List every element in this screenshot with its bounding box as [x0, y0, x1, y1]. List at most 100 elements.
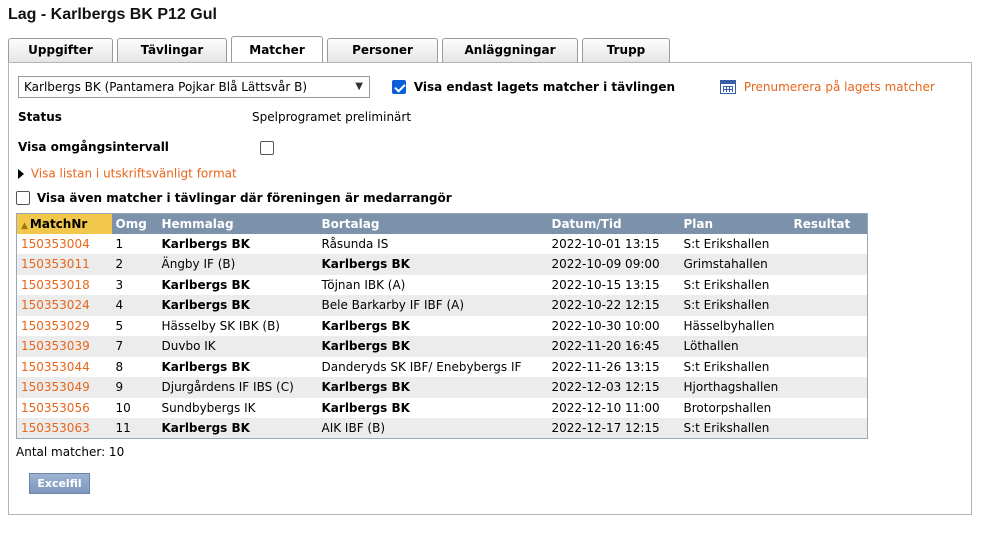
cell-datetime: 2022-10-09 09:00: [547, 254, 680, 275]
cell-venue: Löthallen: [679, 336, 790, 357]
organizer-option: Visa även matcher i tävlingar där föreni…: [16, 190, 452, 205]
cell-home-team: Duvbo IK: [157, 336, 318, 357]
cell-away-team: AIK IBF (B): [317, 418, 548, 439]
table-row: 150353044 8 Karlbergs BK Danderyds SK IB…: [17, 357, 868, 378]
team-select-value: Karlbergs BK (Pantamera Pojkar Blå Lätts…: [24, 80, 308, 94]
cell-datetime: 2022-10-15 13:15: [551, 277, 660, 292]
cell-away-team: Bele Barkarby IF IBF (A): [317, 295, 548, 316]
table-row: 150353039 7 Duvbo IK Karlbergs BK 2022-1…: [16, 336, 868, 357]
tab-trupp[interactable]: Trupp: [582, 38, 670, 63]
tab-bar: Uppgifter Tävlingar Matcher Personer Anl…: [8, 35, 674, 64]
col-header-plan[interactable]: Plan: [679, 213, 790, 234]
table-row: 150353011 2 Ängby IF (B) Karlbergs BK 20…: [16, 254, 868, 275]
cell-home-team: Karlbergs BK: [157, 295, 318, 316]
chevron-down-icon: ▼: [355, 81, 363, 92]
round-interval-checkbox[interactable]: [260, 140, 274, 155]
cell-omg: 5: [115, 318, 124, 333]
cell-away-team: Karlbergs BK: [321, 400, 410, 415]
table-row: 150353049 9 Djurgårdens IF IBS (C) Karlb…: [16, 377, 868, 398]
subscribe-link[interactable]: Prenumerera på lagets matcher: [744, 80, 935, 94]
triangle-right-icon: [18, 168, 24, 179]
tab-matcher[interactable]: Matcher: [231, 36, 323, 64]
cell-venue: Hjorthagshallen: [679, 377, 790, 398]
match-number-link[interactable]: 150353063: [16, 418, 112, 439]
cell-datetime: 2022-11-26 13:15: [551, 359, 660, 374]
cell-datetime: 2022-10-22 12:15: [547, 295, 680, 316]
match-count: Antal matcher: 10: [16, 445, 125, 459]
cell-away-team: Karlbergs BK: [317, 377, 548, 398]
col-header-matchnr[interactable]: ▲ MatchNr: [16, 213, 112, 234]
table-row: 150353063 11 Karlbergs BK AIK IBF (B) 20…: [16, 418, 868, 439]
match-number-link[interactable]: 150353056: [17, 398, 112, 419]
print-link-wrap[interactable]: Visa listan i utskriftsvänligt format: [18, 166, 237, 181]
cell-venue: S:t Erikshallen: [683, 359, 770, 374]
tab-anlaggningar[interactable]: Anläggningar: [442, 38, 578, 63]
cell-venue: S:t Erikshallen: [683, 236, 770, 251]
cell-venue: Hässelbyhallen: [683, 318, 775, 333]
tab-uppgifter[interactable]: Uppgifter: [8, 38, 113, 63]
cell-result: [789, 254, 868, 275]
cell-datetime: 2022-12-10 11:00: [551, 400, 660, 415]
matches-table: ▲ MatchNr Omg Hemmalag Bortalag Datum/Tid…: [16, 213, 868, 439]
cell-result: [790, 234, 868, 255]
subscribe-link-wrap[interactable]: Prenumerera på lagets matcher: [720, 79, 935, 94]
cell-away-team: Karlbergs BK: [321, 318, 410, 333]
col-header-resultat[interactable]: Resultat: [789, 213, 868, 234]
cell-venue: S:t Erikshallen: [679, 295, 790, 316]
cell-omg: 1: [115, 236, 124, 251]
col-header-datum[interactable]: Datum/Tid: [547, 213, 680, 234]
cell-venue: Grimstahallen: [679, 254, 790, 275]
cell-result: [790, 398, 868, 419]
team-select[interactable]: Karlbergs BK (Pantamera Pojkar Blå Lätts…: [18, 76, 370, 98]
cell-home-team: Sundbybergs IK: [161, 400, 256, 415]
cell-result: [790, 316, 868, 337]
cell-result: [790, 357, 868, 378]
tab-personer[interactable]: Personer: [327, 38, 438, 63]
round-interval-label: Visa omgångsintervall: [18, 140, 169, 154]
cell-datetime: 2022-10-01 13:15: [551, 236, 660, 251]
cell-home-team: Karlbergs BK: [157, 418, 318, 439]
status-label: Status: [18, 110, 62, 124]
cell-result: [789, 377, 868, 398]
organizer-checkbox[interactable]: [16, 190, 30, 205]
cell-datetime: 2022-10-30 10:00: [551, 318, 660, 333]
cell-home-team: Karlbergs BK: [161, 359, 250, 374]
col-header-hemmalag[interactable]: Hemmalag: [157, 213, 318, 234]
col-header-bortalag[interactable]: Bortalag: [317, 213, 548, 234]
cell-omg: 10: [115, 400, 131, 415]
cell-result: [790, 275, 868, 296]
cell-away-team: Danderyds SK IBF/ Enebybergs IF: [321, 359, 522, 374]
cell-venue: Brotorpshallen: [683, 400, 772, 415]
cell-datetime: 2022-11-20 16:45: [547, 336, 680, 357]
cell-omg: 4: [111, 295, 158, 316]
cell-result: [789, 336, 868, 357]
only-team-label: Visa endast lagets matcher i tävlingen: [413, 79, 676, 94]
col-header-omg[interactable]: Omg: [111, 213, 158, 234]
cell-omg: 11: [111, 418, 158, 439]
match-number-link[interactable]: 150353039: [16, 336, 112, 357]
only-team-checkbox[interactable]: [392, 79, 406, 94]
match-number-link[interactable]: 150353029: [17, 316, 112, 337]
match-number-link[interactable]: 150353018: [17, 275, 112, 296]
print-link[interactable]: Visa listan i utskriftsvänligt format: [31, 167, 237, 181]
tab-tavlingar[interactable]: Tävlingar: [117, 38, 227, 63]
excel-export-button[interactable]: Excelfil: [29, 473, 90, 494]
cell-away-team: Råsunda IS: [321, 236, 389, 251]
cell-result: [789, 295, 868, 316]
table-row: 150353029 5 Hässelby SK IBK (B) Karlberg…: [17, 316, 868, 337]
match-number-link[interactable]: 150353004: [17, 234, 112, 255]
match-number-link[interactable]: 150353044: [17, 357, 112, 378]
col-header-matchnr-label: MatchNr: [29, 216, 88, 231]
match-number-link[interactable]: 150353024: [16, 295, 112, 316]
cell-away-team: Karlbergs BK: [317, 254, 548, 275]
cell-home-team: Hässelby SK IBK (B): [161, 318, 280, 333]
cell-omg: 2: [111, 254, 158, 275]
organizer-label: Visa även matcher i tävlingar där föreni…: [36, 190, 452, 205]
page-title: Lag - Karlbergs BK P12 Gul: [8, 6, 217, 23]
table-header-row: ▲ MatchNr Omg Hemmalag Bortalag Datum/Tid…: [16, 213, 868, 234]
match-number-link[interactable]: 150353011: [16, 254, 112, 275]
match-number-link[interactable]: 150353049: [16, 377, 112, 398]
cell-omg: 7: [111, 336, 158, 357]
sort-asc-icon: ▲: [21, 220, 28, 231]
cell-datetime: 2022-12-17 12:15: [547, 418, 680, 439]
